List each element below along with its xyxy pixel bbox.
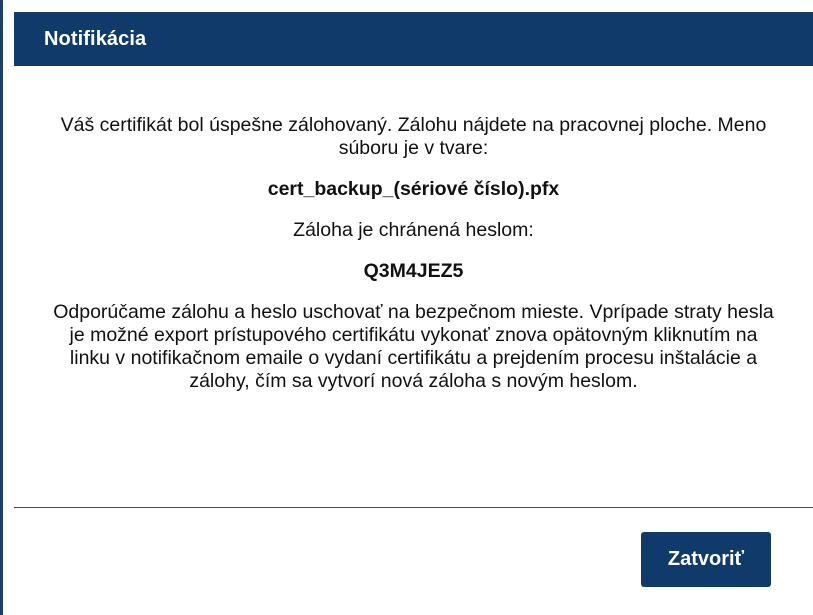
- dialog-content: Váš certifikát bol úspešne zálohovaný. Z…: [14, 66, 813, 507]
- dialog-footer: Zatvoriť: [14, 508, 813, 615]
- backup-success-message: Váš certifikát bol úspešne zálohovaný. Z…: [60, 114, 767, 159]
- password-label: Záloha je chránená heslom:: [293, 219, 534, 241]
- password-value: Q3M4JEZ5: [363, 260, 464, 282]
- dialog-title: Notifikácia: [44, 27, 147, 50]
- notification-dialog: Notifikácia Váš certifikát bol úspešne z…: [0, 0, 813, 615]
- close-button[interactable]: Zatvoriť: [641, 532, 771, 587]
- dialog-titlebar: Notifikácia: [14, 12, 813, 66]
- backup-recommendation: Odporúčame zálohu a heslo uschovať na be…: [53, 301, 774, 392]
- dialog-left-border: [0, 0, 3, 615]
- backup-filename: cert_backup_(sériové číslo).pfx: [267, 178, 560, 200]
